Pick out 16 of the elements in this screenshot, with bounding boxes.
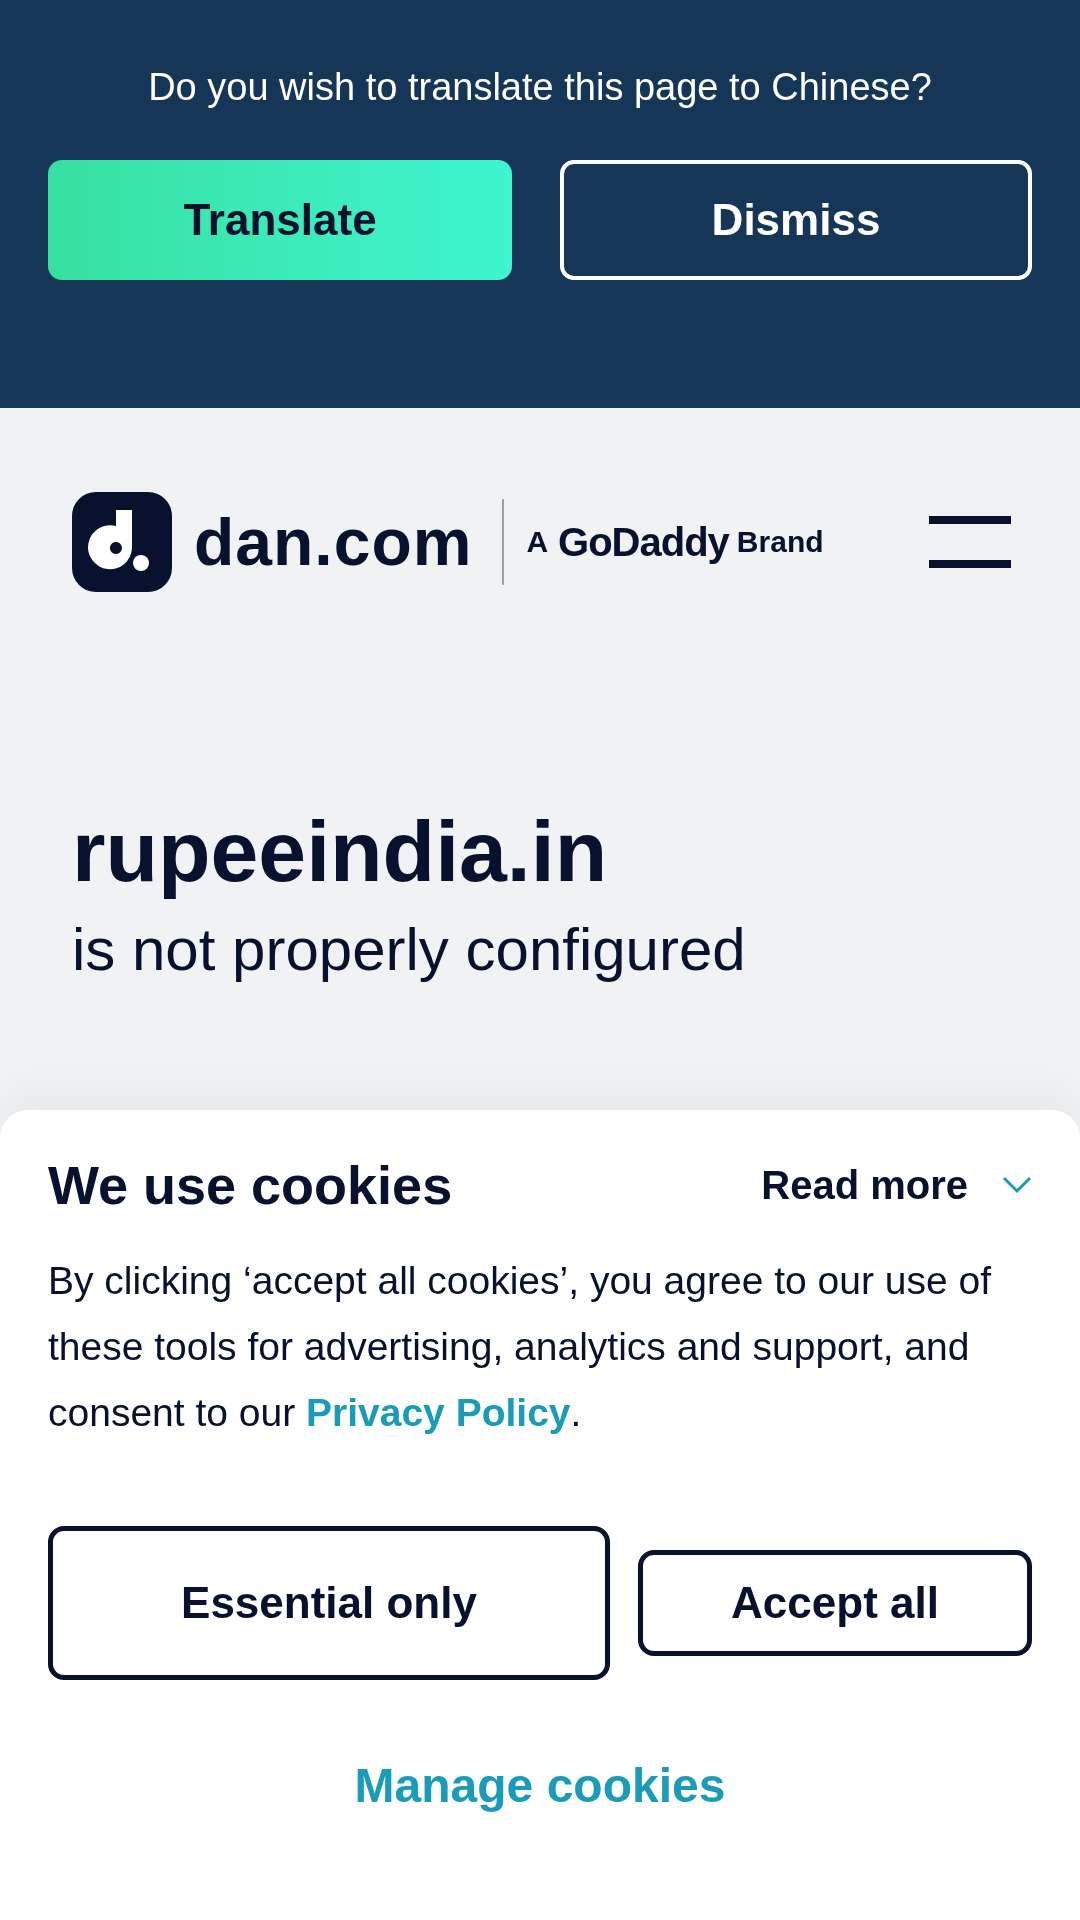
logo-icon	[72, 492, 172, 592]
brand-prefix: A	[526, 525, 549, 559]
essential-only-button[interactable]: Essential only	[48, 1526, 610, 1680]
brand-name: GoDaddy	[558, 519, 729, 565]
brand-suffix: Brand	[736, 525, 824, 559]
domain-status: is not properly configured	[72, 915, 747, 984]
translate-message: Do you wish to translate this page to Chinese?	[147, 65, 933, 110]
accept-all-button[interactable]: Accept all	[638, 1550, 1032, 1656]
translate-button[interactable]: Translate	[48, 160, 512, 280]
logo-text: dan.com	[194, 504, 473, 580]
menu-icon[interactable]	[929, 516, 1011, 568]
domain-name: rupeeindia.in	[72, 802, 609, 901]
dismiss-button[interactable]: Dismiss	[560, 160, 1032, 280]
cookie-text: By clicking ‘accept all cookies’, you agree to our use of these tools for advertising, analytics and support, and consent to our Privacy Policy.	[48, 1258, 992, 1436]
read-more-button[interactable]: Read more	[761, 1162, 1032, 1208]
cookie-title: We use cookies	[48, 1154, 453, 1216]
